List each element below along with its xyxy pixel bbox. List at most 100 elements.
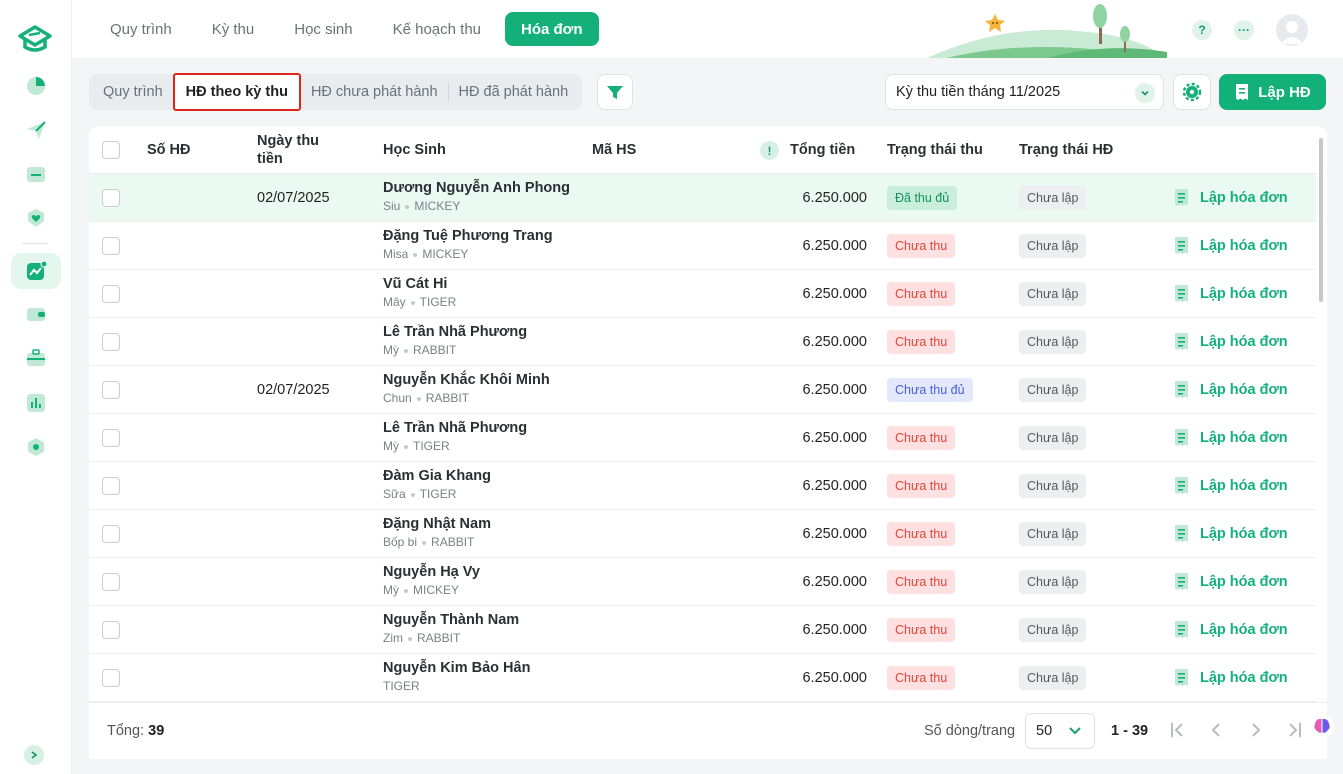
help-icon[interactable]: ?	[1192, 20, 1212, 40]
create-invoice-link[interactable]: Lập hóa đơn	[1173, 332, 1288, 351]
table-row[interactable]: Đặng Tuệ Phương Trang Misa MICKEY 6.250.000…	[89, 222, 1316, 270]
status-badge-invoice: Chưa lập	[1019, 666, 1087, 690]
student-nickname: Sữa	[383, 487, 406, 501]
row-checkbox[interactable]	[102, 381, 120, 399]
table-row[interactable]: 02/07/2025 Nguyễn Khắc Khôi Minh Chun RABBI…	[89, 366, 1316, 414]
next-page-icon[interactable]	[1249, 721, 1263, 739]
sidebar-report-icon[interactable]	[11, 385, 61, 421]
subtab-quy-trinh[interactable]: Quy trình	[93, 77, 173, 107]
row-checkbox[interactable]	[102, 285, 120, 303]
student-meta: Chun RABBIT	[383, 391, 550, 405]
cell-student[interactable]: Nguyễn Khắc Khôi Minh Chun RABBIT	[383, 372, 550, 405]
table-row[interactable]: Lê Trần Nhã Phương Mỳ TIGER 6.250.000 Chưa t…	[89, 414, 1316, 462]
sidebar-health-icon[interactable]	[11, 200, 61, 236]
row-checkbox[interactable]	[102, 333, 120, 351]
cell-amount: 6.250.000	[802, 190, 867, 206]
table-row[interactable]: Vũ Cát Hi Mây TIGER 6.250.000 Chưa thu Chưa l…	[89, 270, 1316, 318]
tab-ke-hoach-thu[interactable]: Kế hoạch thu	[377, 12, 497, 46]
status-badge-payment: Chưa thu	[887, 666, 956, 690]
user-avatar[interactable]	[1276, 14, 1308, 46]
period-select[interactable]: Kỳ thu tiền tháng 11/2025	[885, 74, 1164, 110]
more-options-icon[interactable]: ···	[1234, 20, 1254, 40]
tab-hoa-don[interactable]: Hóa đơn	[505, 12, 599, 46]
create-invoice-link[interactable]: Lập hóa đơn	[1173, 428, 1288, 447]
create-invoice-button[interactable]: Lập HĐ	[1219, 74, 1326, 110]
cell-student[interactable]: Nguyễn Hạ Vy Mỳ MICKEY	[383, 564, 480, 597]
create-invoice-link[interactable]: Lập hóa đơn	[1173, 524, 1288, 543]
sidebar-expand-icon[interactable]	[24, 745, 44, 765]
row-checkbox[interactable]	[102, 189, 120, 207]
last-page-icon[interactable]	[1287, 721, 1303, 739]
student-class: TIGER	[383, 679, 420, 693]
row-checkbox[interactable]	[102, 477, 120, 495]
create-invoice-link[interactable]: Lập hóa đơn	[1173, 188, 1288, 207]
sidebar-wallet-icon[interactable]	[11, 296, 61, 332]
cell-student[interactable]: Đặng Nhật Nam Bốp bi RABBIT	[383, 516, 491, 549]
tab-ky-thu[interactable]: Kỳ thu	[196, 12, 271, 46]
settings-button[interactable]	[1173, 74, 1211, 110]
filter-button[interactable]	[597, 74, 633, 110]
table-row[interactable]: Nguyễn Thành Nam Zim RABBIT 6.250.000 Chưa t…	[89, 606, 1316, 654]
create-invoice-link[interactable]: Lập hóa đơn	[1173, 572, 1288, 591]
ai-assistant-icon[interactable]	[1310, 714, 1334, 738]
row-checkbox[interactable]	[102, 429, 120, 447]
col-trang-thai-hd: Trạng thái HĐ	[1019, 142, 1114, 158]
info-icon[interactable]: !	[760, 141, 779, 160]
cell-student[interactable]: Dương Nguyễn Anh Phong Siu MICKEY	[383, 180, 570, 213]
create-invoice-link[interactable]: Lập hóa đơn	[1173, 236, 1288, 255]
gear-icon	[1182, 82, 1202, 102]
previous-page-icon[interactable]	[1209, 721, 1223, 739]
col-ngay-thu-line1: Ngày thu	[257, 133, 320, 149]
table-row[interactable]: Nguyễn Hạ Vy Mỳ MICKEY 6.250.000 Chưa thu Chư…	[89, 558, 1316, 606]
create-invoice-link[interactable]: Lập hóa đơn	[1173, 476, 1288, 495]
cell-amount: 6.250.000	[802, 334, 867, 350]
cell-student[interactable]: Đặng Tuệ Phương Trang Misa MICKEY	[383, 228, 553, 261]
receipt-icon	[1173, 284, 1190, 303]
sidebar-dashboard-icon[interactable]	[11, 68, 61, 104]
cell-student[interactable]: Lê Trần Nhã Phương Mỳ RABBIT	[383, 324, 527, 357]
student-name: Đặng Tuệ Phương Trang	[383, 228, 553, 244]
receipt-icon	[1173, 524, 1190, 543]
create-invoice-link[interactable]: Lập hóa đơn	[1173, 380, 1288, 399]
tab-quy-trinh[interactable]: Quy trình	[94, 12, 188, 46]
sidebar-finance-icon[interactable]	[11, 253, 61, 289]
sidebar-send-icon[interactable]	[11, 112, 61, 148]
tab-hoc-sinh[interactable]: Học sinh	[278, 12, 368, 46]
table-row[interactable]: Đặng Nhật Nam Bốp bi RABBIT 6.250.000 Chưa t…	[89, 510, 1316, 558]
first-page-icon[interactable]	[1169, 721, 1185, 739]
cell-student[interactable]: Nguyễn Kim Bảo Hân TIGER	[383, 660, 530, 693]
separator-dot	[404, 348, 408, 353]
cell-student[interactable]: Vũ Cát Hi Mây TIGER	[383, 276, 456, 309]
table-row[interactable]: Đàm Gia Khang Sữa TIGER 6.250.000 Chưa thu Ch…	[89, 462, 1316, 510]
row-checkbox[interactable]	[102, 525, 120, 543]
cell-student[interactable]: Đàm Gia Khang Sữa TIGER	[383, 468, 491, 501]
cell-collect-date: 02/07/2025	[257, 190, 330, 206]
sidebar-settings-icon[interactable]	[11, 429, 61, 465]
student-name: Vũ Cát Hi	[383, 276, 448, 292]
create-invoice-link[interactable]: Lập hóa đơn	[1173, 620, 1288, 639]
subtab-hd-da-phat-hanh[interactable]: HĐ đã phát hành	[449, 77, 579, 107]
receipt-icon	[1173, 428, 1190, 447]
row-checkbox[interactable]	[102, 669, 120, 687]
sidebar-briefcase-icon[interactable]	[11, 340, 61, 376]
row-checkbox[interactable]	[102, 573, 120, 591]
table-row[interactable]: Nguyễn Kim Bảo Hân TIGER 6.250.000 Chưa thu…	[89, 654, 1316, 702]
cell-student[interactable]: Lê Trần Nhã Phương Mỳ TIGER	[383, 420, 527, 453]
table-row[interactable]: Lê Trần Nhã Phương Mỳ RABBIT 6.250.000 Chưa …	[89, 318, 1316, 366]
create-invoice-link[interactable]: Lập hóa đơn	[1173, 284, 1288, 303]
sidebar-folder-icon[interactable]	[11, 156, 61, 192]
create-invoice-link[interactable]: Lập hóa đơn	[1173, 668, 1288, 687]
top-bar: Quy trình Kỳ thu Học sinh Kế hoạch thu H…	[72, 0, 1343, 58]
vertical-scrollbar[interactable]	[1319, 138, 1323, 302]
create-invoice-link-label: Lập hóa đơn	[1200, 477, 1288, 494]
row-checkbox[interactable]	[102, 621, 120, 639]
select-all-checkbox[interactable]	[102, 141, 120, 159]
rows-per-page-select[interactable]: 50	[1025, 713, 1095, 749]
table-row[interactable]: 02/07/2025 Dương Nguyễn Anh Phong Siu MICKE…	[89, 174, 1316, 222]
cell-student[interactable]: Nguyễn Thành Nam Zim RABBIT	[383, 612, 519, 645]
subtab-hd-theo-ky-thu[interactable]: HĐ theo kỳ thu	[172, 73, 301, 111]
app-logo-icon[interactable]	[16, 22, 54, 56]
subtab-hd-chua-phat-hanh[interactable]: HĐ chưa phát hành	[301, 77, 448, 107]
col-ma-hs: Mã HS	[592, 142, 637, 158]
row-checkbox[interactable]	[102, 237, 120, 255]
